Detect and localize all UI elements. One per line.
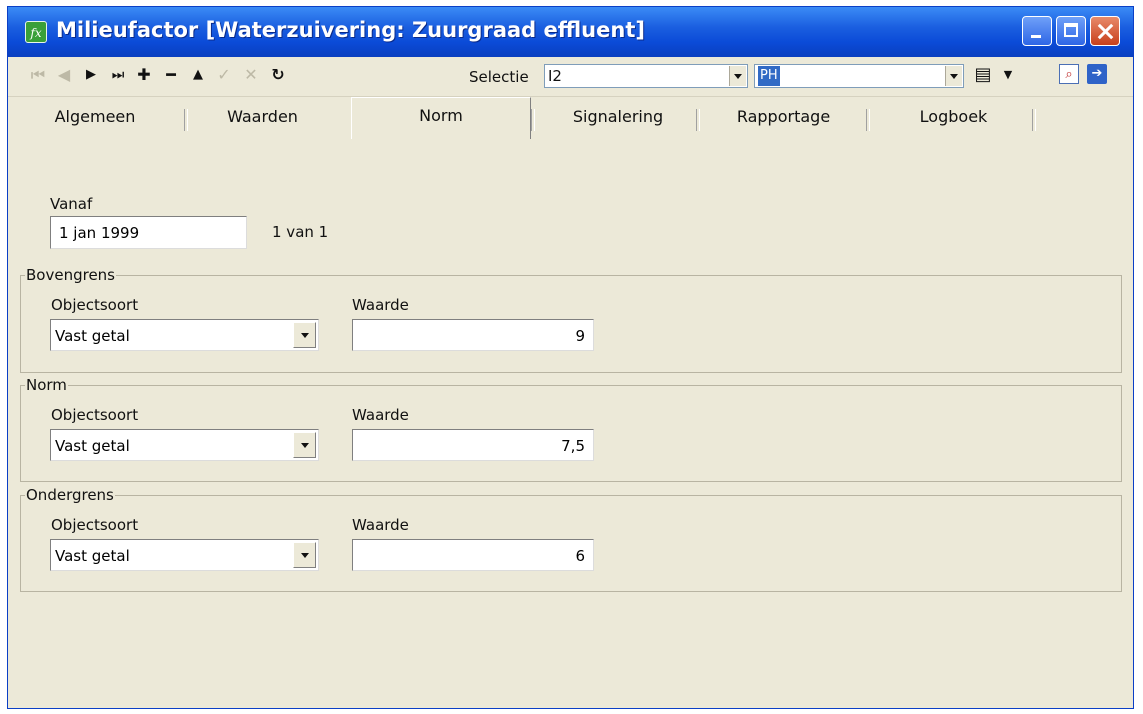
refresh-icon[interactable]: ↻ (268, 65, 288, 85)
close-button[interactable] (1090, 16, 1120, 46)
vanaf-field[interactable]: 1 jan 1999 (50, 216, 247, 249)
waarde-label: Waarde (352, 296, 409, 314)
ondergrens-objectsoort-select[interactable]: Vast getal (50, 539, 319, 571)
tab-strip: Algemeen Waarden Norm Signalering Rappor… (8, 97, 1133, 139)
window: fx Milieufactor [Waterzuivering: Zuurgra… (7, 6, 1134, 709)
selectie-combobox[interactable]: I2 (544, 64, 748, 88)
dropdown-arrow-icon[interactable]: ▼ (998, 65, 1018, 85)
vanaf-value: 1 jan 1999 (59, 224, 140, 242)
ondergrens-groupbox: Ondergrens Objectsoort Vast getal Waarde… (20, 486, 1122, 592)
norm-panel: Vanaf 1 jan 1999 1 van 1 Bovengrens Obje… (8, 137, 1133, 708)
document-icon[interactable]: ▤ (973, 65, 993, 85)
selectie-value: I2 (548, 67, 562, 85)
objectsoort-value: Vast getal (55, 437, 130, 455)
toolbar: ⏮ ◀ ▶ ⏭ ✚ ━ ▲ ✓ ✕ ↻ Selectie I2 PH ▤ ▼ ⌕… (8, 57, 1133, 97)
app-icon: fx (25, 21, 47, 43)
chevron-down-icon[interactable] (729, 66, 746, 86)
tab-separator (531, 109, 535, 131)
window-title: Milieufactor [Waterzuivering: Zuurgraad … (56, 18, 645, 42)
norm-title: Norm (25, 376, 68, 394)
objectsoort-value: Vast getal (55, 327, 130, 345)
waarde-label: Waarde (352, 406, 409, 424)
objectsoort-value: Vast getal (55, 547, 130, 565)
tab-waarden[interactable]: Waarden (190, 100, 335, 135)
filter-value: PH (758, 66, 780, 86)
norm-waarde-input[interactable]: 7,5 (352, 429, 594, 461)
waarde-label: Waarde (352, 516, 409, 534)
objectsoort-label: Objectsoort (51, 406, 139, 424)
chevron-down-icon[interactable] (293, 542, 316, 568)
previous-record-icon[interactable]: ◀ (54, 65, 74, 85)
record-counter: 1 van 1 (272, 223, 329, 241)
confirm-icon[interactable]: ✓ (214, 65, 234, 85)
waarde-value: 9 (575, 327, 585, 345)
tab-separator (184, 109, 188, 131)
chevron-down-icon[interactable] (293, 432, 316, 458)
waarde-value: 7,5 (561, 437, 585, 455)
first-record-icon[interactable]: ⏮ (28, 65, 48, 85)
chevron-down-icon[interactable] (293, 322, 316, 348)
filter-combobox[interactable]: PH (754, 64, 964, 88)
objectsoort-label: Objectsoort (51, 296, 139, 314)
ondergrens-title: Ondergrens (25, 486, 115, 504)
vanaf-label: Vanaf (50, 195, 93, 213)
add-record-icon[interactable]: ✚ (134, 65, 154, 85)
tab-logboek[interactable]: Logboek (871, 100, 1036, 135)
tab-separator (696, 109, 700, 131)
selectie-label: Selectie (469, 68, 529, 86)
tab-separator (1032, 109, 1036, 131)
bovengrens-title: Bovengrens (25, 266, 116, 284)
bovengrens-groupbox: Bovengrens Objectsoort Vast getal Waarde… (20, 266, 1122, 373)
maximize-button[interactable] (1056, 16, 1086, 46)
bovengrens-waarde-input[interactable]: 9 (352, 319, 594, 351)
tab-norm[interactable]: Norm (351, 97, 531, 139)
tab-rapportage[interactable]: Rapportage (701, 100, 866, 135)
title-bar[interactable]: fx Milieufactor [Waterzuivering: Zuurgra… (8, 7, 1133, 57)
tab-signalering[interactable]: Signalering (538, 100, 698, 135)
exit-icon[interactable]: ➔ (1087, 64, 1107, 84)
zoom-page-icon[interactable]: ⌕ (1059, 64, 1079, 84)
ondergrens-waarde-input[interactable]: 6 (352, 539, 594, 571)
chevron-down-icon[interactable] (945, 66, 962, 86)
tab-algemeen[interactable]: Algemeen (20, 100, 170, 135)
waarde-value: 6 (575, 547, 585, 565)
objectsoort-label: Objectsoort (51, 516, 139, 534)
norm-groupbox: Norm Objectsoort Vast getal Waarde 7,5 (20, 376, 1122, 482)
last-record-icon[interactable]: ⏭ (108, 65, 128, 85)
cancel-icon[interactable]: ✕ (241, 65, 261, 85)
next-record-icon[interactable]: ▶ (81, 65, 101, 85)
up-icon[interactable]: ▲ (188, 65, 208, 85)
tab-separator (866, 109, 870, 131)
delete-record-icon[interactable]: ━ (161, 65, 181, 85)
bovengrens-objectsoort-select[interactable]: Vast getal (50, 319, 319, 351)
norm-objectsoort-select[interactable]: Vast getal (50, 429, 319, 461)
minimize-button[interactable] (1022, 16, 1052, 46)
